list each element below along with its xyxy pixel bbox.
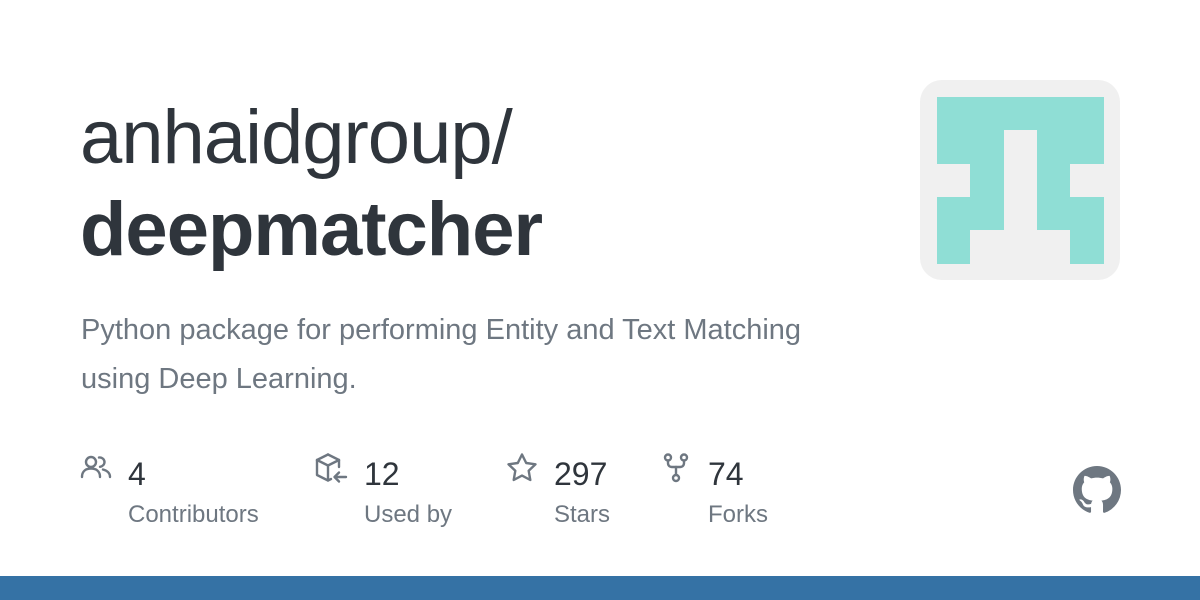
- star-icon: [506, 452, 538, 489]
- github-mark-icon[interactable]: [1073, 466, 1121, 519]
- identicon-pattern: [937, 97, 1104, 264]
- contributors-label: Contributors: [128, 501, 259, 528]
- repo-description: Python package for performing Entity and…: [81, 314, 802, 395]
- forks-count: 74: [708, 456, 744, 492]
- repo-owner[interactable]: anhaidgroup/: [80, 92, 513, 184]
- people-icon: [80, 452, 112, 489]
- used-by-label: Used by: [364, 501, 453, 528]
- identicon-avatar: [920, 80, 1120, 280]
- stars-label: Stars: [554, 501, 611, 528]
- repo-forked-icon: [660, 452, 692, 489]
- language-color-bar: [0, 576, 1200, 600]
- forks-label: Forks: [708, 501, 768, 528]
- contributors-count: 4: [128, 456, 146, 492]
- repo-name[interactable]: deepmatcher: [80, 184, 543, 276]
- used-by-count: 12: [364, 456, 400, 492]
- stars-count: 297: [554, 456, 608, 492]
- package-dependents-icon: [315, 452, 349, 491]
